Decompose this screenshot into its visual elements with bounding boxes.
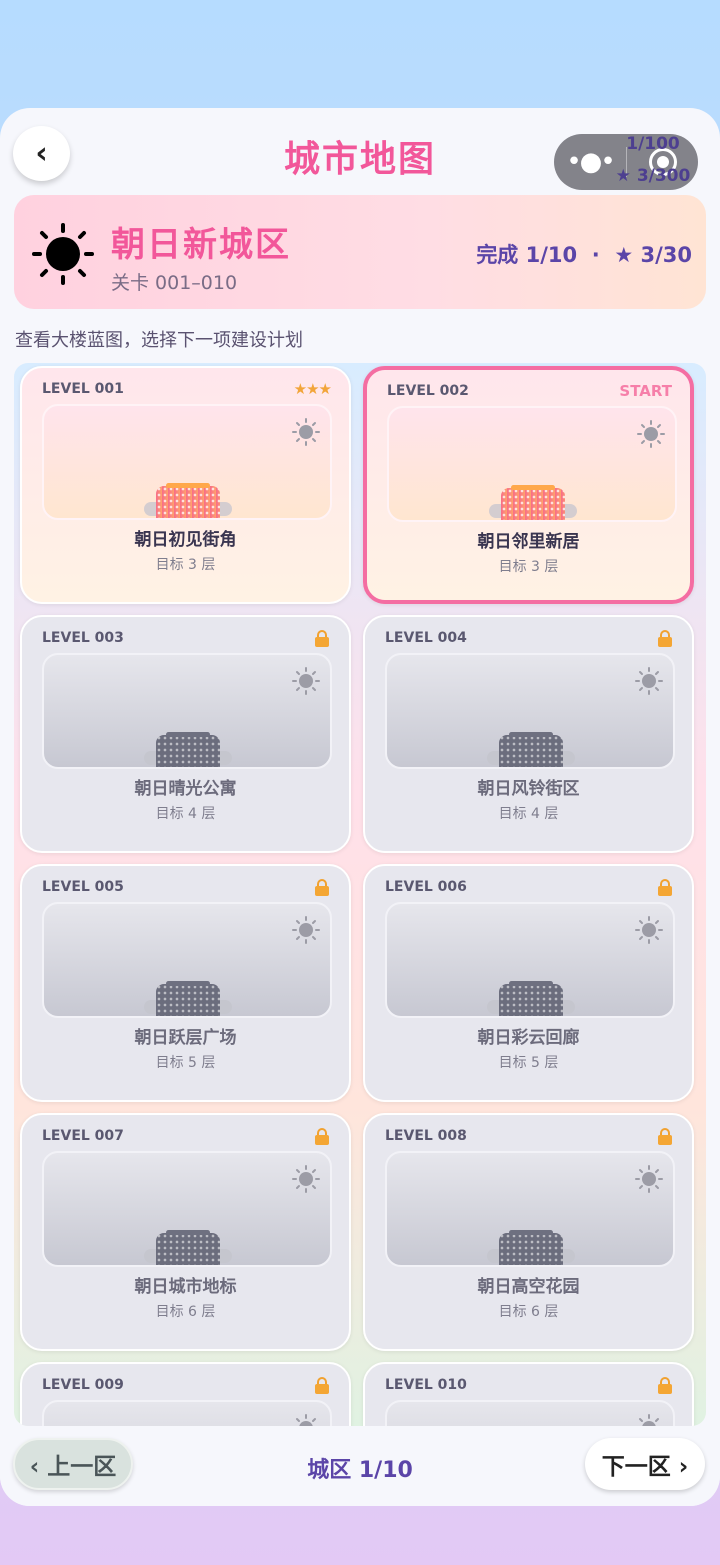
level-name: 朝日风铃街区 xyxy=(477,779,580,799)
building-preview xyxy=(42,1151,332,1267)
level-number: LEVEL 001 xyxy=(42,381,124,397)
hint-text: 查看大楼蓝图，选择下一项建设计划 xyxy=(15,330,303,351)
level-goal: 目标 6 层 xyxy=(498,1304,559,1320)
level-number: LEVEL 010 xyxy=(385,1377,467,1393)
lock-icon xyxy=(315,1128,329,1145)
lock-icon xyxy=(315,1377,329,1394)
level-card[interactable]: LEVEL 001 ★★★ 朝日初见街角 目标 3 层 xyxy=(20,366,351,604)
district-stats: 完成 1/10 · ★ 3/30 xyxy=(476,243,692,267)
sun-icon xyxy=(292,1414,320,1426)
sun-icon xyxy=(292,916,320,944)
overall-level-count: 1/100 xyxy=(626,134,680,154)
level-goal: 目标 5 层 xyxy=(155,1055,216,1071)
building-preview xyxy=(385,902,675,1018)
building-preview xyxy=(385,653,675,769)
lock-icon xyxy=(315,879,329,896)
sun-icon xyxy=(635,1165,663,1193)
bottom-bar: ‹ 上一区 城区 1/10 下一区 › xyxy=(0,1426,720,1506)
building-icon xyxy=(144,729,232,767)
level-number: LEVEL 008 xyxy=(385,1128,467,1144)
level-card[interactable]: LEVEL 010 xyxy=(363,1362,694,1426)
level-card[interactable]: LEVEL 002 START 朝日邻里新居 目标 3 层 xyxy=(363,366,694,604)
level-name: 朝日邻里新居 xyxy=(477,532,580,552)
star-rating: ★★★ xyxy=(293,380,332,398)
level-goal: 目标 4 层 xyxy=(498,806,559,822)
level-grid: LEVEL 001 ★★★ 朝日初见街角 目标 3 层 LEVEL 002 ST… xyxy=(14,363,706,1426)
district-banner: 朝日新城区 关卡 001–010 完成 1/10 · ★ 3/30 xyxy=(14,195,706,309)
level-card[interactable]: LEVEL 005 朝日跃层广场 目标 5 层 xyxy=(20,864,351,1102)
sun-icon xyxy=(637,420,665,448)
lock-icon xyxy=(658,1377,672,1394)
building-preview xyxy=(385,1400,675,1426)
lock-icon xyxy=(658,879,672,896)
lock-icon xyxy=(315,630,329,647)
start-tag: START xyxy=(619,382,672,400)
lock-icon xyxy=(658,1128,672,1145)
building-icon xyxy=(144,1227,232,1265)
sun-icon xyxy=(292,667,320,695)
building-preview xyxy=(42,653,332,769)
next-district-button[interactable]: 下一区 › xyxy=(585,1438,705,1490)
building-icon xyxy=(489,482,577,520)
level-goal: 目标 5 层 xyxy=(498,1055,559,1071)
building-preview xyxy=(385,1151,675,1267)
level-number: LEVEL 003 xyxy=(42,630,124,646)
level-name: 朝日晴光公寓 xyxy=(134,779,237,799)
level-number: LEVEL 004 xyxy=(385,630,467,646)
sun-icon xyxy=(635,916,663,944)
level-name: 朝日城市地标 xyxy=(134,1277,237,1297)
sun-icon xyxy=(635,1414,663,1426)
overall-progress: 1/100 ★ 3/300 xyxy=(612,128,694,192)
level-card[interactable]: LEVEL 006 朝日彩云回廊 目标 5 层 xyxy=(363,864,694,1102)
level-number: LEVEL 009 xyxy=(42,1377,124,1393)
level-card[interactable]: LEVEL 009 xyxy=(20,1362,351,1426)
building-icon xyxy=(144,480,232,518)
building-preview xyxy=(42,902,332,1018)
level-goal: 目标 3 层 xyxy=(498,559,559,575)
building-icon xyxy=(487,729,575,767)
level-name: 朝日初见街角 xyxy=(134,530,237,550)
level-number: LEVEL 005 xyxy=(42,879,124,895)
lock-icon xyxy=(658,630,672,647)
sun-icon xyxy=(32,223,94,285)
building-preview xyxy=(42,1400,332,1426)
sun-icon xyxy=(292,418,320,446)
building-icon xyxy=(144,978,232,1016)
sun-icon xyxy=(635,667,663,695)
building-preview xyxy=(387,406,677,522)
district-range: 关卡 001–010 xyxy=(111,272,238,294)
level-number: LEVEL 007 xyxy=(42,1128,124,1144)
overall-star-count: ★ 3/300 xyxy=(615,166,691,186)
level-name: 朝日高空花园 xyxy=(477,1277,580,1297)
level-name: 朝日跃层广场 xyxy=(134,1028,237,1048)
building-icon xyxy=(487,978,575,1016)
level-card[interactable]: LEVEL 007 朝日城市地标 目标 6 层 xyxy=(20,1113,351,1351)
level-card[interactable]: LEVEL 003 朝日晴光公寓 目标 4 层 xyxy=(20,615,351,853)
building-preview xyxy=(42,404,332,520)
level-card[interactable]: LEVEL 004 朝日风铃街区 目标 4 层 xyxy=(363,615,694,853)
level-goal: 目标 4 层 xyxy=(155,806,216,822)
level-number: LEVEL 002 xyxy=(387,383,469,399)
level-goal: 目标 6 层 xyxy=(155,1304,216,1320)
city-map-panel: ‹ 城市地图 •●• 1/100 ★ 3/300 朝日新城区 关卡 001–01… xyxy=(0,108,720,1506)
sun-icon xyxy=(292,1165,320,1193)
level-name: 朝日彩云回廊 xyxy=(477,1028,580,1048)
level-number: LEVEL 006 xyxy=(385,879,467,895)
district-name: 朝日新城区 xyxy=(111,225,291,265)
level-goal: 目标 3 层 xyxy=(155,557,216,573)
building-icon xyxy=(487,1227,575,1265)
level-card[interactable]: LEVEL 008 朝日高空花园 目标 6 层 xyxy=(363,1113,694,1351)
